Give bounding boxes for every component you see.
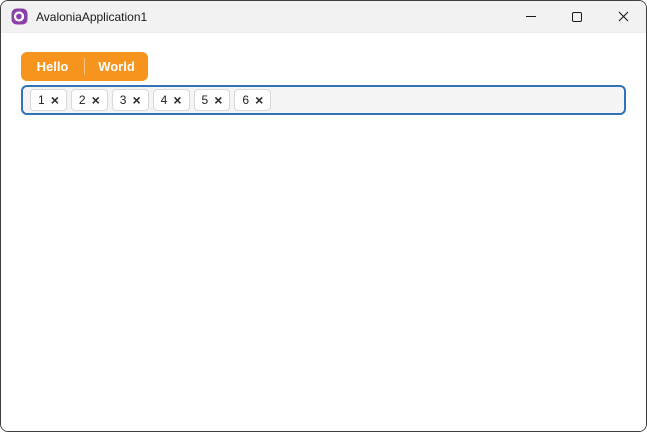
chip-remove-icon[interactable]: × <box>51 93 59 107</box>
chip-2[interactable]: 2 × <box>70 89 108 111</box>
minimize-icon <box>526 16 536 17</box>
window-content: Hello World 1 × 2 × 3 × 4 × 5 × 6 × <box>1 33 646 431</box>
chip-remove-icon[interactable]: × <box>255 93 263 107</box>
tab-hello[interactable]: Hello <box>21 52 84 81</box>
app-window: AvaloniaApplication1 Hello World 1 × 2 ×… <box>0 0 647 432</box>
chip-remove-icon[interactable]: × <box>92 93 100 107</box>
titlebar[interactable]: AvaloniaApplication1 <box>1 1 646 33</box>
avalonia-logo-icon <box>11 8 28 25</box>
chip-1[interactable]: 1 × <box>30 89 67 111</box>
chip-label: 2 <box>78 93 86 107</box>
chip-remove-icon[interactable]: × <box>132 93 140 107</box>
chip-label: 4 <box>160 93 168 107</box>
tab-strip: Hello World <box>21 52 148 81</box>
maximize-icon <box>572 11 582 22</box>
chip-6[interactable]: 6 × <box>234 89 272 111</box>
chip-list-box[interactable]: 1 × 2 × 3 × 4 × 5 × 6 × <box>21 85 626 115</box>
window-title: AvaloniaApplication1 <box>36 9 148 24</box>
chip-label: 6 <box>242 93 250 107</box>
close-button[interactable] <box>600 1 646 33</box>
minimize-button[interactable] <box>508 1 554 33</box>
tab-world[interactable]: World <box>85 52 148 81</box>
chip-label: 5 <box>201 93 209 107</box>
maximize-button[interactable] <box>554 1 600 33</box>
chip-remove-icon[interactable]: × <box>214 93 222 107</box>
close-icon <box>618 11 628 22</box>
chip-4[interactable]: 4 × <box>152 89 190 111</box>
chip-3[interactable]: 3 × <box>111 89 149 111</box>
chip-5[interactable]: 5 × <box>193 89 231 111</box>
chip-label: 3 <box>119 93 127 107</box>
chip-label: 1 <box>38 93 45 107</box>
chip-remove-icon[interactable]: × <box>173 93 181 107</box>
